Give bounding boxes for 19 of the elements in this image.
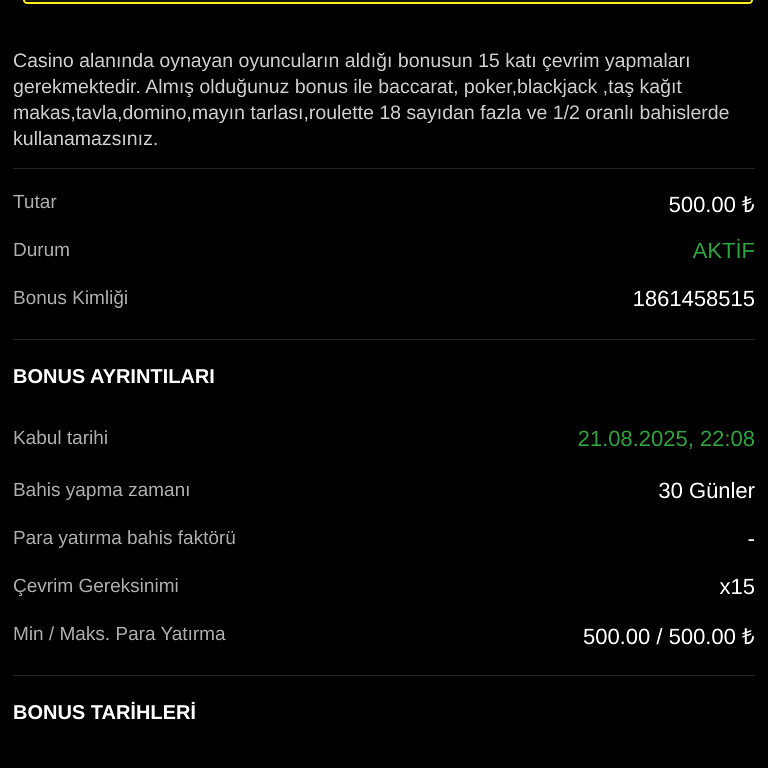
field-value: x15	[720, 574, 755, 600]
field-label: Min / Maks. Para Yatırma	[13, 624, 226, 646]
field-label: Tutar	[13, 192, 57, 214]
field-value: AKTİF	[692, 238, 755, 264]
field-value: 500.00 ₺	[668, 191, 755, 218]
field-value: 1861458515	[632, 286, 755, 312]
field-label: Durum	[13, 240, 70, 262]
field-value: 500.00 / 500.00 ₺	[582, 623, 755, 650]
bonus-description: Casino alanında oynayan oyuncuların aldığı bonusun 15 katı çevrim yapmaları gerekmektedir. Almış olduğunuz bonus ile baccarat, poker,blackjack ,taş kağıt makas,tavla,domino,mayın tarlası,roulette 18 sayıdan fazla ve 1/2 oranlı bahislerde kullanamazsınız.	[13, 49, 730, 152]
field-value: -	[748, 526, 755, 552]
field-label: Kabul tarihi	[13, 428, 108, 450]
section-title: BONUS AYRINTILARI	[13, 365, 216, 389]
field-label: Para yatırma bahis faktörü	[13, 528, 236, 550]
field-value: 30 Günler	[658, 478, 755, 504]
field-label: Bonus Kimliği	[13, 288, 128, 310]
field-label: Çevrim Gereksinimi	[13, 576, 179, 598]
field-value: 21.08.2025, 22:08	[578, 426, 755, 452]
field-label: Bahis yapma zamanı	[13, 480, 190, 502]
section-title: BONUS TARİHLERİ	[13, 700, 197, 725]
